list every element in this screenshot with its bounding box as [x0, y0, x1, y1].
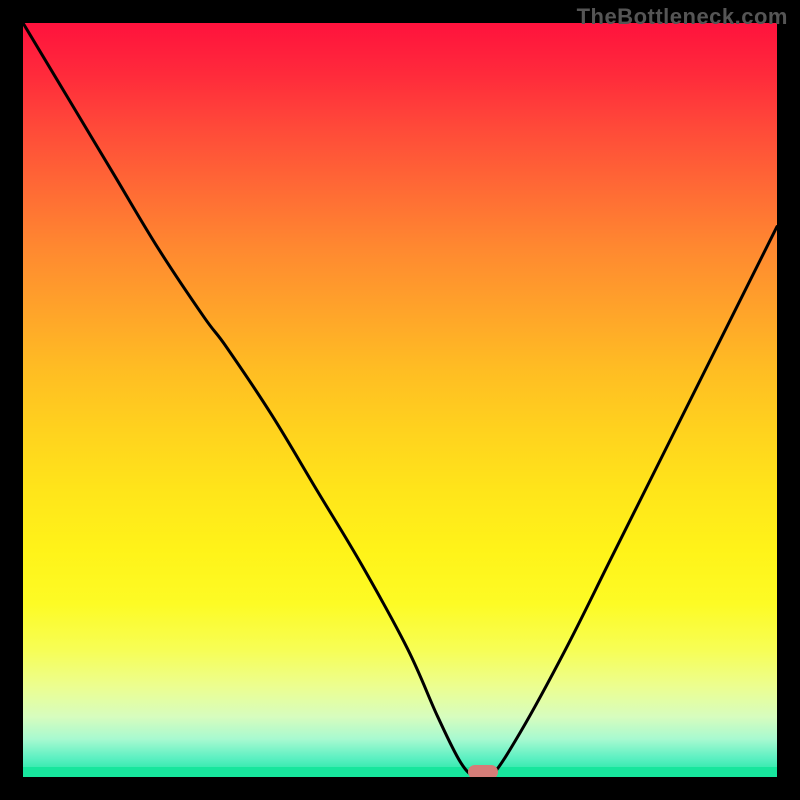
- chart-frame: TheBottleneck.com: [0, 0, 800, 800]
- watermark-text: TheBottleneck.com: [577, 4, 788, 30]
- bottleneck-curve: [23, 23, 777, 777]
- optimal-point-marker: [468, 765, 498, 777]
- plot-area: [23, 23, 777, 777]
